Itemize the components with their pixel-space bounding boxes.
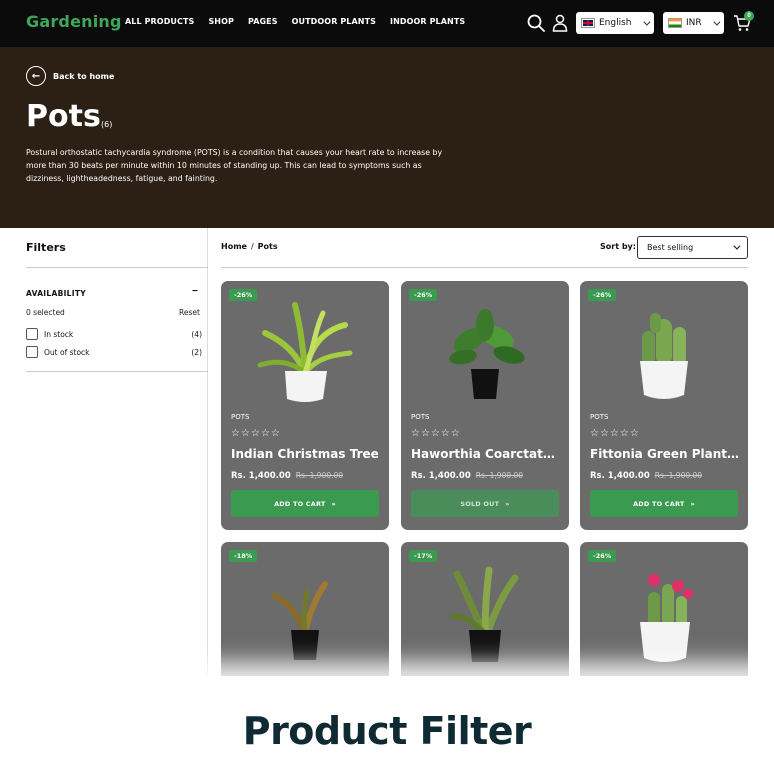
discount-badge: -26% xyxy=(588,550,617,562)
reset-link[interactable]: Reset xyxy=(179,308,200,317)
selected-count: 0 selected xyxy=(26,308,65,317)
chevron-down-icon xyxy=(643,18,651,26)
menu-item-pages[interactable]: PAGES xyxy=(248,17,278,26)
product-card[interactable]: -17% xyxy=(401,542,569,682)
currency-value: INR xyxy=(686,18,702,28)
collection-hero: ← Back to home Pots (6) Postural orthost… xyxy=(0,47,774,228)
language-select[interactable]: English xyxy=(576,12,654,34)
divider xyxy=(221,267,748,268)
rating-stars: ☆☆☆☆☆ xyxy=(411,428,461,439)
search-icon[interactable] xyxy=(526,13,546,33)
product-category: POTS xyxy=(590,413,609,421)
product-card[interactable]: -26% POTS ☆☆☆☆☆ Indian Christmas Tree Rs… xyxy=(221,281,389,530)
double-chevron-right-icon: » xyxy=(690,499,695,508)
snake-plant-image[interactable] xyxy=(435,556,535,666)
discount-badge: -17% xyxy=(409,550,438,562)
add-to-cart-button[interactable]: ADD TO CART » xyxy=(590,490,738,517)
discount-badge: -26% xyxy=(409,289,438,301)
collapse-icon[interactable]: − xyxy=(192,286,198,297)
india-flag-icon xyxy=(668,18,682,28)
sort-label: Sort by: xyxy=(600,242,636,251)
cart-count-badge: 0 xyxy=(744,11,754,21)
menu-item-indoor-plants[interactable]: INDOOR PLANTS xyxy=(390,17,465,26)
dracaena-plant-image[interactable] xyxy=(255,295,355,405)
availability-heading[interactable]: AVAILABILITY xyxy=(26,289,86,298)
arrow-left-icon: ← xyxy=(26,66,46,86)
filter-count: (4) xyxy=(191,329,202,339)
original-price: Rs. 1,900.00 xyxy=(295,471,344,480)
sort-select[interactable]: Best selling xyxy=(637,236,748,259)
chevron-down-icon xyxy=(713,18,721,26)
cta-label: ADD TO CART xyxy=(633,499,685,508)
product-price: Rs. 1,400.00 Rs. 1,900.00 xyxy=(231,471,343,481)
flowering-cactus-image[interactable] xyxy=(614,556,714,666)
product-price: Rs. 1,400.00 Rs. 1,900.00 xyxy=(411,471,523,481)
product-category: POTS xyxy=(231,413,250,421)
product-card[interactable]: -26% xyxy=(580,542,748,682)
rating-stars: ☆☆☆☆☆ xyxy=(231,428,281,439)
filters-sidebar: Filters AVAILABILITY − 0 selected Reset … xyxy=(0,228,208,678)
language-value: English xyxy=(599,18,632,28)
filters-title: Filters xyxy=(26,241,66,254)
sort-value: Best selling xyxy=(647,243,694,252)
breadcrumb: Home / Pots xyxy=(221,242,278,251)
chevron-down-icon xyxy=(733,242,741,250)
breadcrumb-separator: / xyxy=(250,242,254,251)
collection-description: Postural orthostatic tachycardia syndrom… xyxy=(26,148,443,183)
discount-badge: -26% xyxy=(229,289,258,301)
original-price: Rs. 1,900.00 xyxy=(654,471,703,480)
current-price: Rs. 1,400.00 xyxy=(590,471,650,481)
product-category: POTS xyxy=(411,413,430,421)
back-to-home-link[interactable]: ← Back to home xyxy=(26,66,114,86)
user-icon[interactable] xyxy=(550,13,570,33)
cta-label: SOLD OUT xyxy=(460,499,500,508)
banner-title: Product Filter xyxy=(242,709,532,753)
main-menu: ALL PRODUCTS SHOP PAGES OUTDOOR PLANTS I… xyxy=(125,17,465,26)
cactus-plant-image[interactable] xyxy=(614,295,714,405)
top-nav: Gardening ALL PRODUCTS SHOP PAGES OUTDOO… xyxy=(0,0,774,47)
croton-plant-image[interactable] xyxy=(255,556,355,666)
product-card[interactable]: -26% POTS ☆☆☆☆☆ Haworthia Coarctata... R… xyxy=(401,281,569,530)
double-chevron-right-icon: » xyxy=(505,499,510,508)
product-count: (6) xyxy=(101,120,113,129)
filter-label: In stock xyxy=(44,329,74,339)
product-name[interactable]: Haworthia Coarctata... xyxy=(411,447,561,461)
checkbox[interactable] xyxy=(26,328,38,340)
logo[interactable]: Gardening xyxy=(26,12,122,31)
current-price: Rs. 1,400.00 xyxy=(411,471,471,481)
menu-item-shop[interactable]: SHOP xyxy=(208,17,234,26)
divider xyxy=(26,371,208,372)
checkbox[interactable] xyxy=(26,346,38,358)
double-chevron-right-icon: » xyxy=(331,499,336,508)
menu-item-outdoor-plants[interactable]: OUTDOOR PLANTS xyxy=(292,17,376,26)
uk-flag-icon xyxy=(581,18,595,28)
menu-item-all-products[interactable]: ALL PRODUCTS xyxy=(125,17,194,26)
filter-in-stock[interactable]: In stock (4) xyxy=(26,328,202,340)
current-price: Rs. 1,400.00 xyxy=(231,471,291,481)
currency-select[interactable]: INR xyxy=(663,12,724,34)
product-name[interactable]: Fittonia Green Plant... xyxy=(590,447,740,461)
rating-stars: ☆☆☆☆☆ xyxy=(590,428,640,439)
back-label: Back to home xyxy=(53,71,115,81)
breadcrumb-home[interactable]: Home xyxy=(221,242,247,251)
add-to-cart-button[interactable]: ADD TO CART » xyxy=(231,490,379,517)
product-price: Rs. 1,400.00 Rs. 1,900.00 xyxy=(590,471,702,481)
filter-count: (2) xyxy=(191,347,202,357)
cta-label: ADD TO CART xyxy=(274,499,326,508)
page-title: Pots xyxy=(26,99,101,134)
filter-label: Out of stock xyxy=(44,347,90,357)
breadcrumb-current: Pots xyxy=(257,242,278,251)
sold-out-button[interactable]: SOLD OUT » xyxy=(411,490,559,517)
product-name[interactable]: Indian Christmas Tree xyxy=(231,447,381,461)
filter-out-of-stock[interactable]: Out of stock (2) xyxy=(26,346,202,358)
haworthia-plant-image[interactable] xyxy=(435,295,535,405)
caption-banner: Product Filter xyxy=(0,676,774,784)
original-price: Rs. 1,900.00 xyxy=(475,471,524,480)
product-card[interactable]: -18% xyxy=(221,542,389,682)
product-card[interactable]: -26% POTS ☆☆☆☆☆ Fittonia Green Plant... … xyxy=(580,281,748,530)
discount-badge: -26% xyxy=(588,289,617,301)
divider xyxy=(26,267,208,268)
discount-badge: -18% xyxy=(229,550,258,562)
